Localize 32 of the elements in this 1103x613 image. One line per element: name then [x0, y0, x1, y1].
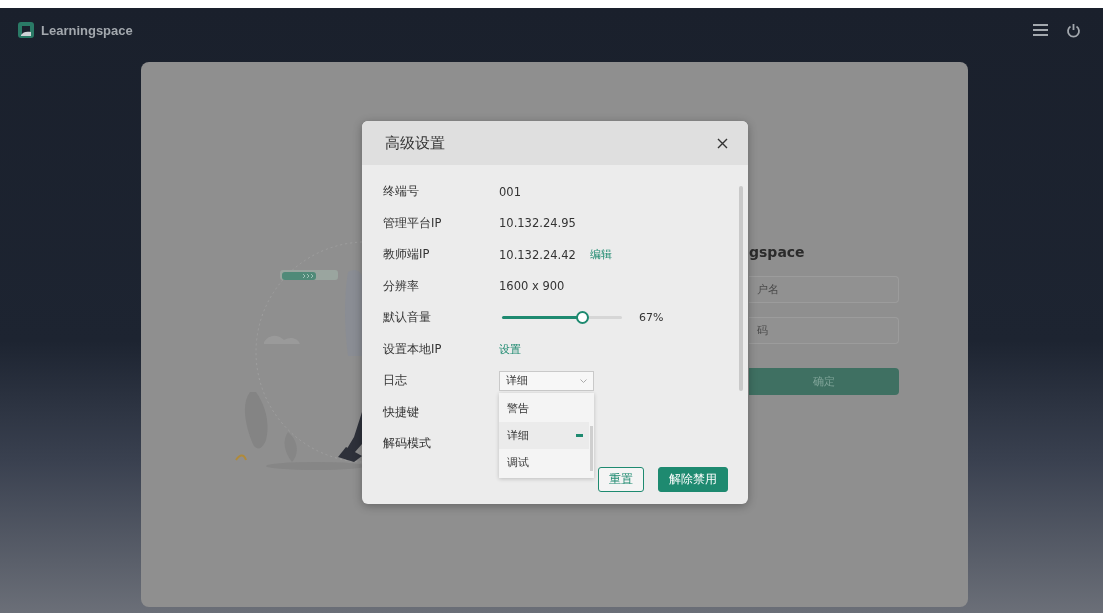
menu-icon[interactable] — [1033, 24, 1048, 36]
scrollbar[interactable] — [739, 186, 743, 391]
setting-label: 分辨率 — [383, 278, 420, 294]
unblock-button[interactable]: 解除禁用 — [658, 467, 728, 492]
login-title: gspace — [749, 243, 806, 262]
power-icon[interactable] — [1066, 22, 1081, 38]
setting-label: 教师端IP — [383, 247, 431, 263]
edit-link[interactable]: 编辑 — [589, 247, 612, 263]
setting-value: 10.132.24.42 — [499, 247, 576, 262]
chevron-icon — [580, 378, 587, 383]
setting-value: 001 — [499, 184, 521, 199]
app-name: Learningspace — [41, 22, 133, 38]
close-icon[interactable] — [717, 137, 728, 149]
setting-label: 默认音量 — [383, 310, 432, 326]
reset-button[interactable]: 重置 — [598, 467, 644, 492]
set-link[interactable]: 设置 — [499, 341, 521, 357]
volume-reading: 67% — [639, 311, 664, 325]
setting-label: 快捷键 — [383, 404, 420, 420]
setting-label: 解码模式 — [383, 436, 432, 452]
setting-label: 管理平台IP — [383, 215, 443, 231]
setting-value: 1600 x 900 — [499, 279, 565, 294]
dialog-title: 高级设置 — [385, 133, 446, 153]
setting-label: 设置本地IP — [383, 341, 443, 357]
dropdown-option[interactable]: 详细 — [499, 421, 589, 449]
dropdown-option[interactable]: 警告 — [499, 394, 589, 422]
username-field[interactable]: 户名 — [749, 276, 899, 303]
setting-label: 日志 — [383, 373, 408, 389]
setting-label: 终端号 — [383, 184, 420, 200]
slider-thumb[interactable] — [576, 311, 590, 325]
logo-icon — [18, 22, 34, 38]
setting-value: 10.132.24.95 — [499, 216, 576, 231]
password-field[interactable]: 码 — [749, 317, 899, 344]
